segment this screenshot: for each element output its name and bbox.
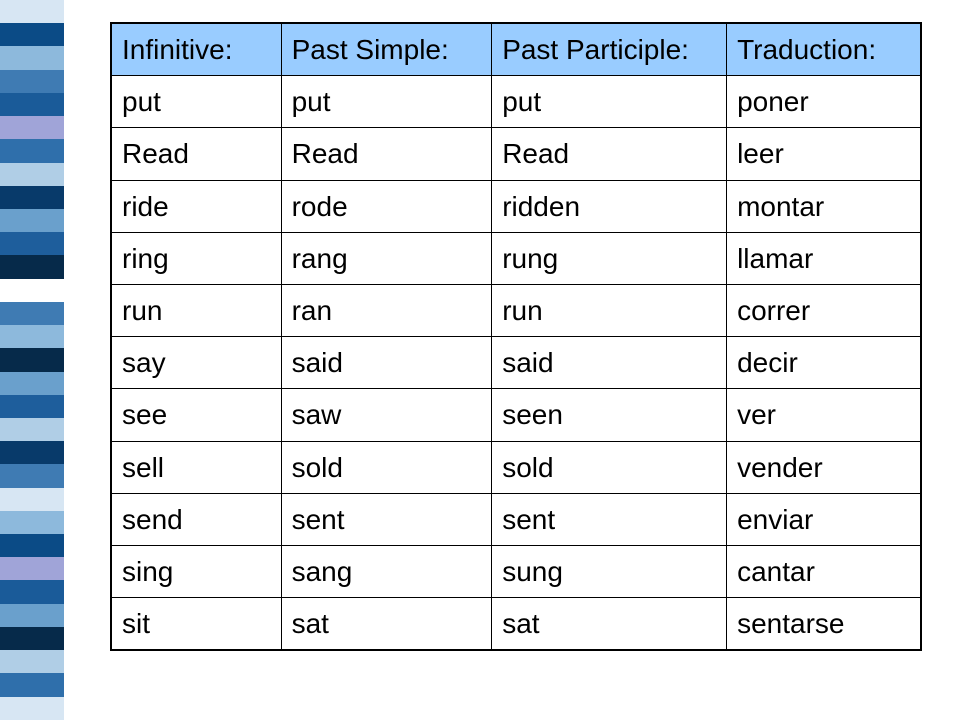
table-row: singsangsungcantar — [111, 545, 921, 597]
table-cell: ridden — [492, 180, 727, 232]
stripe — [0, 255, 64, 278]
table-cell: sell — [111, 441, 281, 493]
stripe — [0, 488, 64, 511]
table-cell: ver — [727, 389, 921, 441]
table-cell: put — [492, 76, 727, 128]
stripe — [0, 348, 64, 371]
table-body: putputputponerReadReadReadleerrideroderi… — [111, 76, 921, 651]
table-cell: sold — [281, 441, 492, 493]
header-traduction: Traduction: — [727, 23, 921, 76]
table-cell: llamar — [727, 232, 921, 284]
table-cell: sung — [492, 545, 727, 597]
header-past-simple: Past Simple: — [281, 23, 492, 76]
table-cell: put — [281, 76, 492, 128]
stripe — [0, 232, 64, 255]
table-cell: send — [111, 493, 281, 545]
table-cell: correr — [727, 284, 921, 336]
stripe — [0, 511, 64, 534]
table-cell: said — [492, 337, 727, 389]
table-cell: ride — [111, 180, 281, 232]
table-cell: cantar — [727, 545, 921, 597]
table-cell: seen — [492, 389, 727, 441]
stripe — [0, 372, 64, 395]
table-cell: vender — [727, 441, 921, 493]
table-cell: ran — [281, 284, 492, 336]
stripe — [0, 627, 64, 650]
stripe — [0, 23, 64, 46]
stripe — [0, 139, 64, 162]
table-cell: leer — [727, 128, 921, 180]
stripe — [0, 441, 64, 464]
table-cell: Read — [492, 128, 727, 180]
stripe — [0, 116, 64, 139]
stripe — [0, 650, 64, 673]
table-cell: run — [492, 284, 727, 336]
stripe — [0, 70, 64, 93]
stripe — [0, 0, 64, 23]
table-cell: see — [111, 389, 281, 441]
table-cell: saw — [281, 389, 492, 441]
table-row: ReadReadReadleer — [111, 128, 921, 180]
stripe — [0, 302, 64, 325]
table-cell: sent — [492, 493, 727, 545]
verb-table: Infinitive: Past Simple: Past Participle… — [110, 22, 922, 651]
table-cell: poner — [727, 76, 921, 128]
table-row: runranruncorrer — [111, 284, 921, 336]
table-header-row: Infinitive: Past Simple: Past Participle… — [111, 23, 921, 76]
table-row: sendsentsentenviar — [111, 493, 921, 545]
table-cell: sing — [111, 545, 281, 597]
header-past-participle: Past Participle: — [492, 23, 727, 76]
stripe — [0, 557, 64, 580]
table-cell: said — [281, 337, 492, 389]
table-row: putputputponer — [111, 76, 921, 128]
stripe — [0, 604, 64, 627]
table-row: rideroderiddenmontar — [111, 180, 921, 232]
stripe — [0, 395, 64, 418]
stripe — [0, 534, 64, 557]
table-cell: sat — [281, 598, 492, 651]
table-cell: put — [111, 76, 281, 128]
stripe — [0, 697, 64, 720]
table-cell: sold — [492, 441, 727, 493]
table-container: Infinitive: Past Simple: Past Participle… — [110, 22, 922, 651]
stripe — [0, 46, 64, 69]
stripe — [0, 279, 64, 302]
table-cell: rode — [281, 180, 492, 232]
stripe — [0, 418, 64, 441]
table-cell: sit — [111, 598, 281, 651]
table-cell: decir — [727, 337, 921, 389]
table-row: saysaidsaiddecir — [111, 337, 921, 389]
table-cell: say — [111, 337, 281, 389]
stripe — [0, 209, 64, 232]
stripe — [0, 464, 64, 487]
table-cell: sent — [281, 493, 492, 545]
table-row: ringrangrungllamar — [111, 232, 921, 284]
table-cell: Read — [111, 128, 281, 180]
table-cell: ring — [111, 232, 281, 284]
table-cell: run — [111, 284, 281, 336]
table-row: seesawseenver — [111, 389, 921, 441]
decorative-stripe-bar — [0, 0, 64, 720]
stripe — [0, 580, 64, 603]
table-cell: rung — [492, 232, 727, 284]
table-row: sellsoldsoldvender — [111, 441, 921, 493]
table-row: sitsatsatsentarse — [111, 598, 921, 651]
stripe — [0, 186, 64, 209]
table-cell: rang — [281, 232, 492, 284]
table-cell: sang — [281, 545, 492, 597]
table-cell: montar — [727, 180, 921, 232]
table-cell: Read — [281, 128, 492, 180]
stripe — [0, 673, 64, 696]
stripe — [0, 325, 64, 348]
table-cell: enviar — [727, 493, 921, 545]
stripe — [0, 163, 64, 186]
table-cell: sentarse — [727, 598, 921, 651]
stripe — [0, 93, 64, 116]
table-cell: sat — [492, 598, 727, 651]
header-infinitive: Infinitive: — [111, 23, 281, 76]
